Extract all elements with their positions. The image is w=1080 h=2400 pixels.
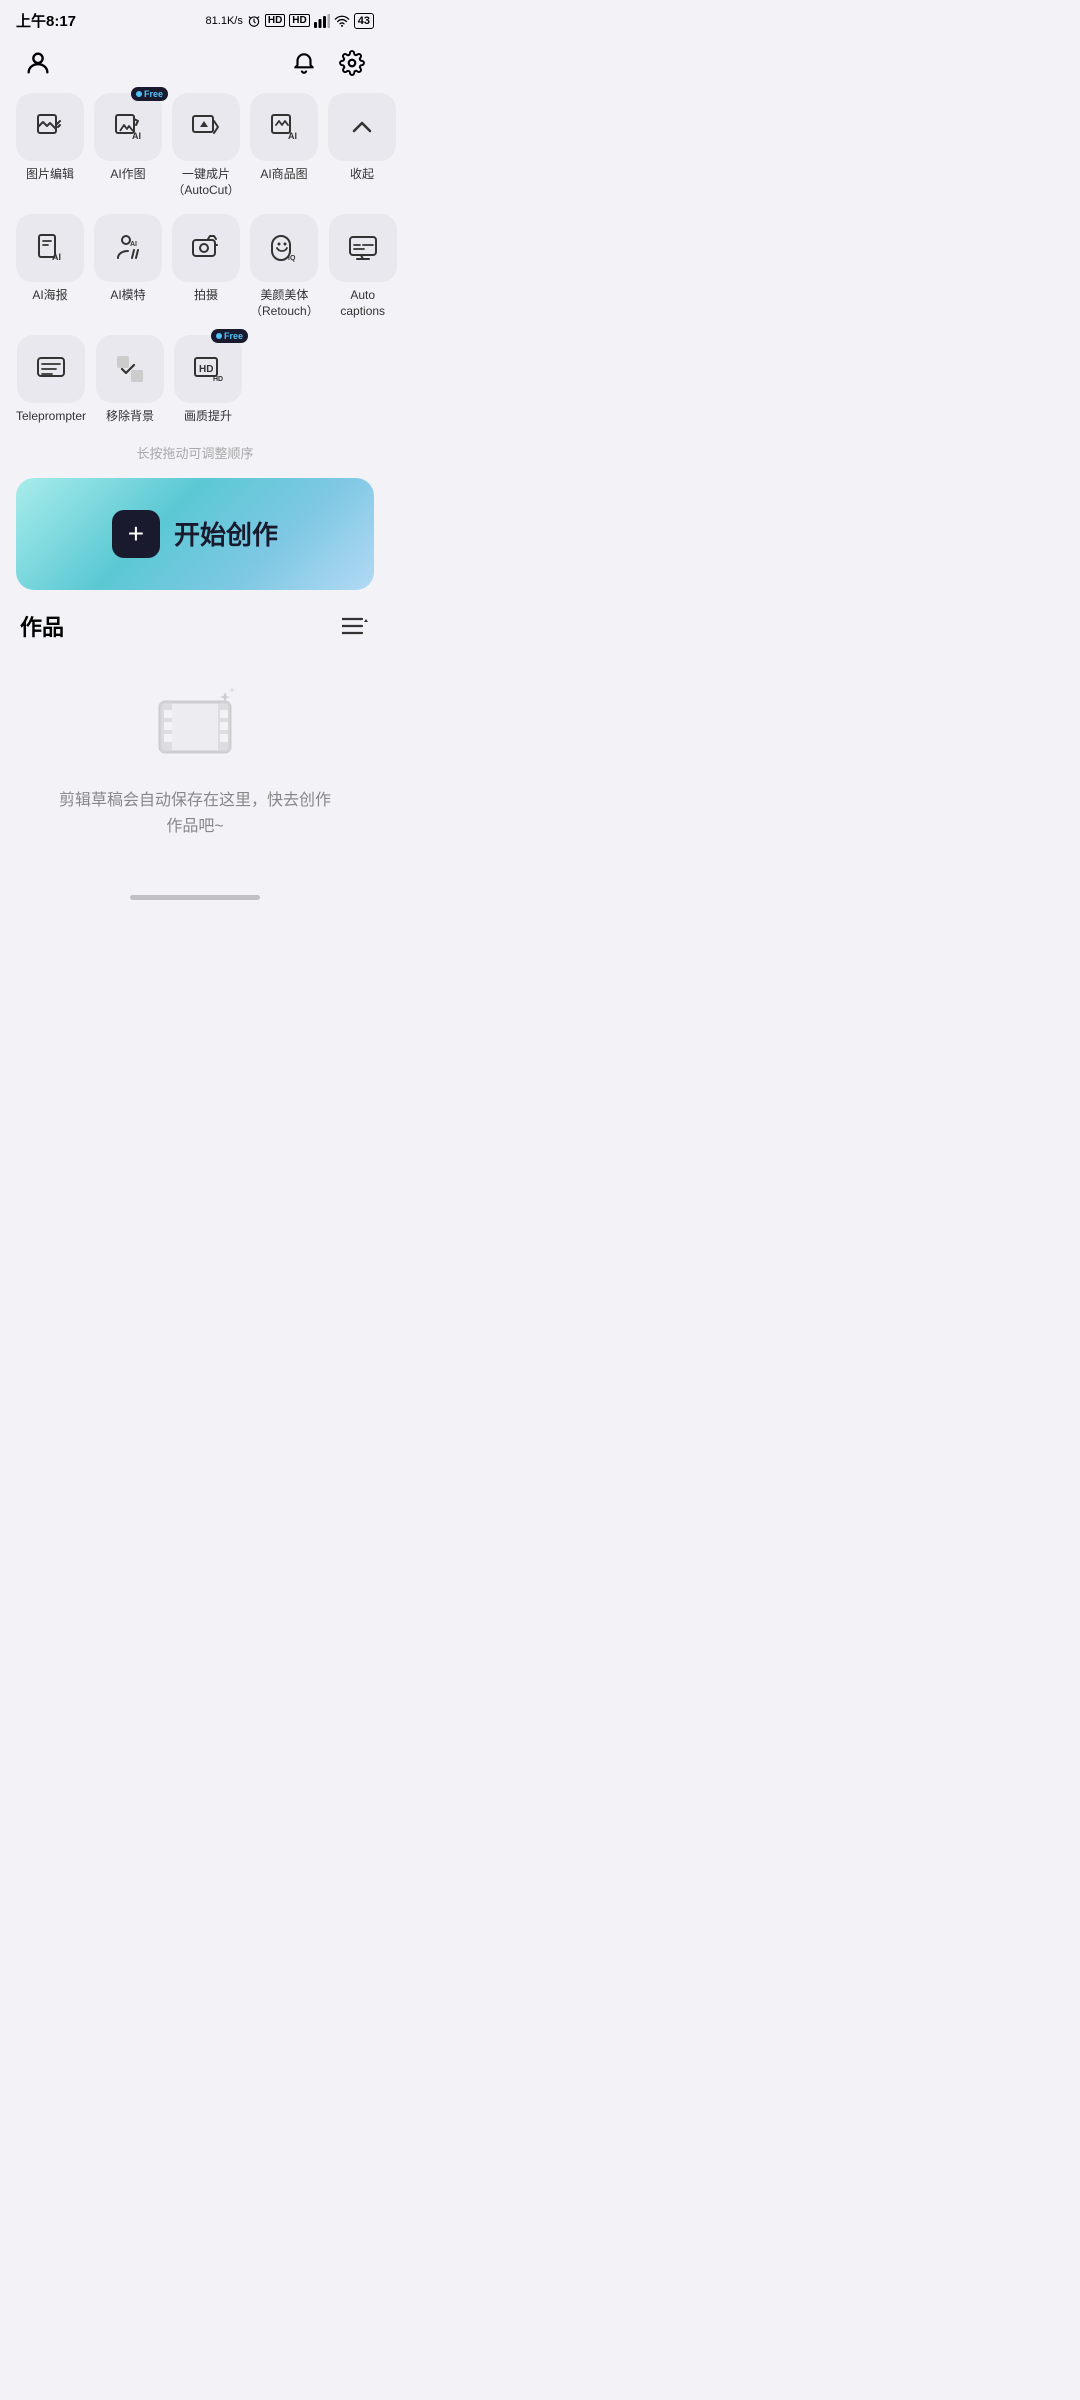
tool-collapse[interactable]: 收起 [328,93,396,198]
tool-ai-model[interactable]: AI AI模特 [94,214,162,319]
status-bar: 上午8:17 81.1K/s HD HD 43 [0,0,390,37]
tool-camera[interactable]: 拍摄 [172,214,240,319]
tool-label-img-edit: 图片编辑 [26,167,74,183]
top-bar [0,37,390,93]
tool-label-camera: 拍摄 [194,288,218,304]
profile-button[interactable] [20,45,56,81]
svg-text:HD: HD [199,364,213,375]
network-speed: 81.1K/s [206,15,243,27]
hd-badge: HD [265,14,285,27]
svg-text:AI: AI [130,241,137,248]
hd-enhance-icon: HD HD [192,353,224,385]
tool-img-edit[interactable]: 图片编辑 [16,93,84,198]
tool-ai-draw[interactable]: Free AI AI作图 [94,93,162,198]
tool-autocut[interactable]: 一键成片（AutoCut） [172,93,240,198]
retouch-icon: iQ [268,232,300,264]
film-empty-icon [150,682,240,772]
tool-icon-autocut [172,93,240,161]
tool-remove-bg[interactable]: 移除背景 [96,335,164,425]
tool-label-hd-enhance: 画质提升 [184,409,232,425]
bell-icon [291,50,317,76]
ai-poster-icon: AI [34,232,66,264]
tools-row-2: AI AI海报 AI AI模特 [16,214,374,319]
battery: 43 [354,13,374,29]
tools-row-3: Teleprompter 移除背景 Free HD [16,335,374,425]
tool-ai-product[interactable]: AI AI商品图 [250,93,318,198]
tool-label-retouch: 美颜美体（Retouch） [250,288,319,319]
tool-label-teleprompter: Teleprompter [16,409,86,425]
svg-text:AI: AI [132,131,141,141]
notification-button[interactable] [286,45,322,81]
tool-icon-ai-product: AI [250,93,318,161]
create-plus-symbol: + [128,520,144,548]
tool-icon-ai-draw: Free AI [94,93,162,161]
works-section: 作品 剪辑草稿会自动保存在这里，快去创作 作品吧~ [0,590,390,879]
create-label: 开始创作 [174,515,278,552]
ai-draw-icon: AI [112,111,144,143]
top-right-actions [286,45,370,81]
tools-row-1: 图片编辑 Free AI AI作图 [16,93,374,198]
alarm-icon [247,14,261,28]
tool-label-auto-captions: Auto captions [329,288,397,319]
tool-label-ai-product: AI商品图 [260,167,307,183]
tool-icon-retouch: iQ [250,214,318,282]
remove-bg-icon [114,353,146,385]
tool-icon-img-edit [16,93,84,161]
drag-hint: 长按拖动可调整顺序 [0,431,390,478]
svg-text:AI: AI [52,252,61,262]
tool-icon-ai-model: AI [94,214,162,282]
svg-text:HD: HD [213,376,223,383]
settings-icon [339,50,365,76]
tool-label-collapse: 收起 [350,167,374,183]
empty-state: 剪辑草稿会自动保存在这里，快去创作 作品吧~ [20,662,370,879]
user-icon [24,49,52,77]
collapse-icon [346,111,378,143]
svg-text:iQ: iQ [288,255,296,262]
tool-icon-remove-bg [96,335,164,403]
create-plus-icon: + [112,510,160,558]
home-indicator [0,879,390,908]
tool-label-ai-model: AI模特 [110,288,145,304]
tool-label-ai-draw: AI作图 [110,167,145,183]
tool-teleprompter[interactable]: Teleprompter [16,335,86,425]
status-right: 81.1K/s HD HD 43 [206,13,374,29]
camera-icon [190,232,222,264]
tool-icon-ai-poster: AI [16,214,84,282]
ai-model-icon: AI [112,232,144,264]
tool-retouch[interactable]: iQ 美颜美体（Retouch） [250,214,319,319]
works-header: 作品 [20,610,370,642]
tool-auto-captions[interactable]: Auto captions [329,214,397,319]
tool-icon-camera [172,214,240,282]
ai-product-icon: AI [268,111,300,143]
img-edit-icon [34,111,66,143]
tool-label-autocut: 一键成片（AutoCut） [172,167,239,198]
hd-badge2: HD [289,14,309,27]
tool-label-ai-poster: AI海报 [32,288,67,304]
svg-text:AI: AI [288,131,297,141]
tool-label-remove-bg: 移除背景 [106,409,154,425]
empty-text: 剪辑草稿会自动保存在这里，快去创作 作品吧~ [50,788,340,839]
teleprompter-icon [35,353,67,385]
tool-icon-teleprompter [17,335,85,403]
tool-icon-collapse [328,93,396,161]
tool-icon-hd-enhance: Free HD HD [174,335,242,403]
wifi-icon [334,14,350,27]
tools-grid: 图片编辑 Free AI AI作图 [0,93,390,425]
home-bar [130,895,260,900]
create-banner[interactable]: + 开始创作 [16,478,374,590]
free-badge-ai-draw: Free [131,87,168,101]
free-badge-hd: Free [211,329,248,343]
status-time: 上午8:17 [16,10,76,31]
works-title: 作品 [20,610,64,642]
settings-button[interactable] [334,45,370,81]
tool-ai-poster[interactable]: AI AI海报 [16,214,84,319]
sort-button[interactable] [342,615,370,637]
tool-icon-auto-captions [329,214,397,282]
autocut-icon [190,111,222,143]
signal-icon [314,14,330,28]
tool-hd-enhance[interactable]: Free HD HD 画质提升 [174,335,242,425]
auto-captions-icon [347,232,379,264]
sort-icon [342,615,370,637]
